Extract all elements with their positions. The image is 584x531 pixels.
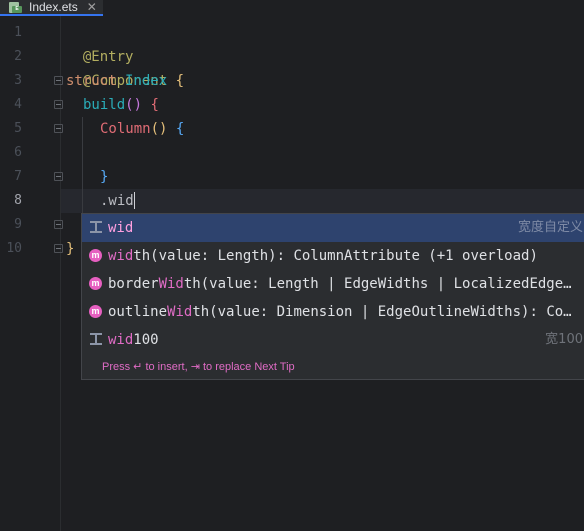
- brace: }: [100, 169, 109, 185]
- code-line-3[interactable]: struct Index {: [66, 69, 184, 93]
- match-text: wid: [108, 248, 134, 264]
- line-number: 3: [14, 73, 22, 88]
- method-icon: m: [89, 249, 103, 263]
- line-number: 6: [14, 145, 22, 160]
- current-line-highlight: [61, 189, 584, 213]
- item-description: 宽度自定义: [517, 220, 583, 235]
- close-icon[interactable]: ✕: [87, 0, 97, 14]
- match-text: wid: [108, 220, 134, 236]
- match-text: wid: [108, 332, 134, 348]
- completion-item-border-width[interactable]: m borderWidth(value: Length | EdgeWidths…: [82, 270, 584, 298]
- line-number: 4: [14, 97, 22, 112]
- brace: {: [175, 121, 185, 137]
- function-column: Column: [100, 121, 151, 137]
- fold-marker-icon[interactable]: [54, 172, 63, 181]
- code-line-5[interactable]: Column() {: [100, 117, 184, 141]
- template-icon: [89, 333, 103, 347]
- template-icon: [89, 221, 103, 235]
- code-line-8[interactable]: .wid: [100, 189, 135, 213]
- line-number: 10: [6, 241, 22, 256]
- line-number: 7: [14, 169, 22, 184]
- fold-marker-icon[interactable]: [54, 76, 63, 85]
- method-icon: m: [89, 305, 103, 319]
- line-number: 5: [14, 121, 22, 136]
- keyword-struct: struct: [66, 73, 117, 89]
- line-number: 1: [14, 25, 22, 40]
- gutter-separator: [60, 16, 61, 531]
- code-line-10[interactable]: }: [66, 237, 74, 261]
- completion-item-wid100[interactable]: wid100 宽100: [82, 326, 584, 354]
- item-prefix: outline: [108, 304, 168, 320]
- indent-guide: [82, 117, 83, 213]
- item-suffix: 100: [133, 332, 159, 348]
- code-line-1[interactable]: @Entry: [66, 21, 134, 65]
- type-name: Index: [125, 73, 168, 89]
- text-caret: [133, 191, 135, 209]
- brace: {: [175, 73, 185, 89]
- line-number-active: 8: [14, 193, 22, 208]
- code-line-7[interactable]: }: [100, 165, 108, 189]
- typed-text: .wid: [100, 193, 134, 209]
- line-number: 2: [14, 49, 22, 64]
- fold-marker-icon[interactable]: [54, 220, 63, 229]
- line-number-gutter: 1 2 3 4 5 6 7 8 9 10: [0, 16, 60, 531]
- match-text: Wid: [167, 304, 193, 320]
- completion-item-width[interactable]: m width(value: Length): ColumnAttribute …: [82, 242, 584, 270]
- completion-item-wid[interactable]: wid 宽度自定义: [82, 214, 584, 242]
- paren: (): [150, 121, 168, 137]
- fold-marker-icon[interactable]: [54, 100, 63, 109]
- match-text: Wid: [158, 276, 184, 292]
- line-number: 9: [14, 217, 22, 232]
- editor-tab-bar: E Index.ets ✕: [0, 0, 584, 16]
- item-description: 宽100: [545, 332, 583, 347]
- item-signature: th(value: Length): ColumnAttribute (+1 o…: [133, 248, 538, 264]
- item-signature: th(value: Length | EdgeWidths | Localize…: [183, 276, 572, 292]
- code-line-4[interactable]: build() {: [83, 93, 159, 117]
- paren: (): [125, 97, 143, 113]
- completion-popup: wid 宽度自定义 m width(value: Length): Column…: [81, 213, 584, 380]
- brace: }: [66, 241, 75, 257]
- tab-label: Index.ets: [29, 0, 78, 14]
- item-signature: th(value: Dimension | EdgeOutlineWidths)…: [192, 304, 572, 320]
- completion-footer-hint[interactable]: Press ↵ to insert, ⇥ to replace Next Tip: [102, 359, 295, 375]
- item-prefix: border: [108, 276, 159, 292]
- completion-item-outline-width[interactable]: m outlineWidth(value: Dimension | EdgeOu…: [82, 298, 584, 326]
- fold-marker-icon[interactable]: [54, 124, 63, 133]
- fold-marker-icon[interactable]: [54, 244, 63, 253]
- brace: {: [150, 97, 159, 113]
- tab-index-ets[interactable]: E Index.ets ✕: [0, 0, 103, 16]
- function-build: build: [83, 97, 126, 113]
- code-line-2[interactable]: @Component: [66, 45, 167, 89]
- method-icon: m: [89, 277, 103, 291]
- ets-file-icon: E: [9, 1, 22, 13]
